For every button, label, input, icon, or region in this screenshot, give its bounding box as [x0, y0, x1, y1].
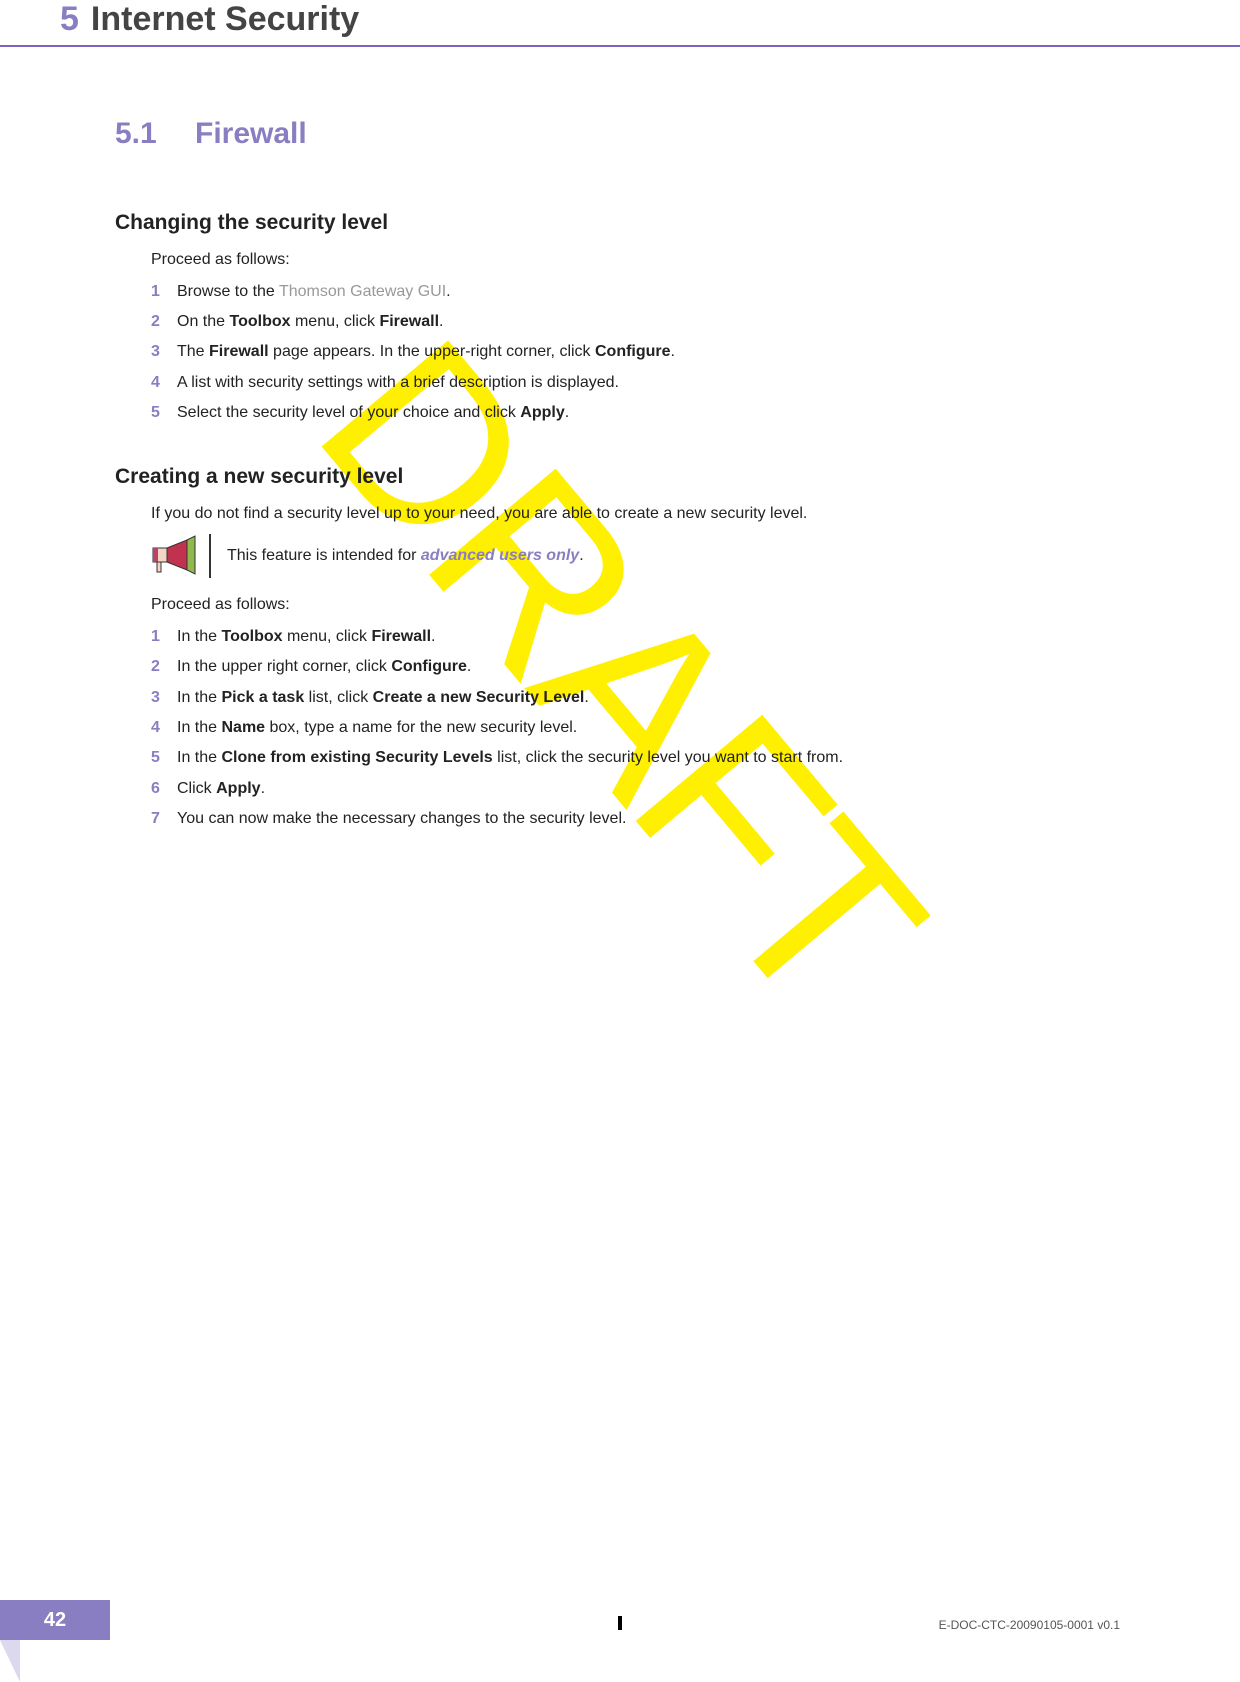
chapter-header: 5 Internet Security	[0, 0, 1240, 47]
step-text: The Firewall page appears. In the upper-…	[177, 341, 1100, 363]
section-number: 5.1	[115, 117, 195, 151]
list-item: 5 Select the security level of your choi…	[151, 402, 1100, 424]
note-text: This feature is intended for advanced us…	[227, 547, 584, 565]
step-number: 5	[151, 402, 177, 424]
step-number: 1	[151, 626, 177, 648]
list-item: 2 On the Toolbox menu, click Firewall.	[151, 311, 1100, 333]
step-text: You can now make the necessary changes t…	[177, 808, 1100, 830]
step-number: 4	[151, 717, 177, 739]
list-item: 1 Browse to the Thomson Gateway GUI.	[151, 281, 1100, 303]
subheading-creating: Creating a new security level	[115, 465, 1100, 489]
step-text: In the Clone from existing Security Leve…	[177, 747, 1100, 769]
list-item: 5 In the Clone from existing Security Le…	[151, 747, 1100, 769]
megaphone-icon	[151, 534, 201, 578]
list-item: 4 In the Name box, type a name for the n…	[151, 717, 1100, 739]
page-content: 5.1 Firewall Changing the security level…	[0, 47, 1240, 830]
intro-text: Proceed as follows:	[151, 249, 1100, 271]
steps-list-2: 1 In the Toolbox menu, click Firewall. 2…	[151, 626, 1100, 831]
subheading-changing: Changing the security level	[115, 211, 1100, 235]
step-number: 4	[151, 372, 177, 394]
list-item: 6 Click Apply.	[151, 778, 1100, 800]
page-number: 42	[0, 1600, 110, 1640]
list-item: 2 In the upper right corner, click Confi…	[151, 656, 1100, 678]
page-footer: 42 E-DOC-CTC-20090105-0001 v0.1	[0, 1642, 1240, 1682]
step-number: 1	[151, 281, 177, 303]
note-divider	[209, 534, 211, 578]
list-item: 4 A list with security settings with a b…	[151, 372, 1100, 394]
intro-text: If you do not find a security level up t…	[151, 503, 1100, 525]
step-text: On the Toolbox menu, click Firewall.	[177, 311, 1100, 333]
step-number: 6	[151, 778, 177, 800]
chapter-title: Internet Security	[91, 0, 359, 39]
list-item: 3 The Firewall page appears. In the uppe…	[151, 341, 1100, 363]
step-text: Select the security level of your choice…	[177, 402, 1100, 424]
section-heading: 5.1 Firewall	[115, 117, 1100, 151]
link-thomson-gateway[interactable]: Thomson Gateway GUI	[279, 283, 446, 300]
list-item: 1 In the Toolbox menu, click Firewall.	[151, 626, 1100, 648]
step-text: In the Pick a task list, click Create a …	[177, 687, 1100, 709]
step-text: A list with security settings with a bri…	[177, 372, 1100, 394]
step-text: In the upper right corner, click Configu…	[177, 656, 1100, 678]
step-number: 7	[151, 808, 177, 830]
section-title: Firewall	[195, 117, 307, 151]
step-number: 2	[151, 656, 177, 678]
step-text: In the Name box, type a name for the new…	[177, 717, 1100, 739]
footer-marker	[618, 1616, 622, 1630]
chapter-number: 5	[60, 0, 79, 39]
steps-list-1: 1 Browse to the Thomson Gateway GUI. 2 O…	[151, 281, 1100, 425]
step-number: 3	[151, 687, 177, 709]
step-text: Click Apply.	[177, 778, 1100, 800]
step-text: Browse to the Thomson Gateway GUI.	[177, 281, 1100, 303]
step-text: In the Toolbox menu, click Firewall.	[177, 626, 1100, 648]
step-number: 3	[151, 341, 177, 363]
document-id: E-DOC-CTC-20090105-0001 v0.1	[939, 1618, 1120, 1632]
step-number: 5	[151, 747, 177, 769]
intro-text: Proceed as follows:	[151, 594, 1100, 616]
note-callout: This feature is intended for advanced us…	[151, 534, 1100, 578]
list-item: 7 You can now make the necessary changes…	[151, 808, 1100, 830]
list-item: 3 In the Pick a task list, click Create …	[151, 687, 1100, 709]
step-number: 2	[151, 311, 177, 333]
